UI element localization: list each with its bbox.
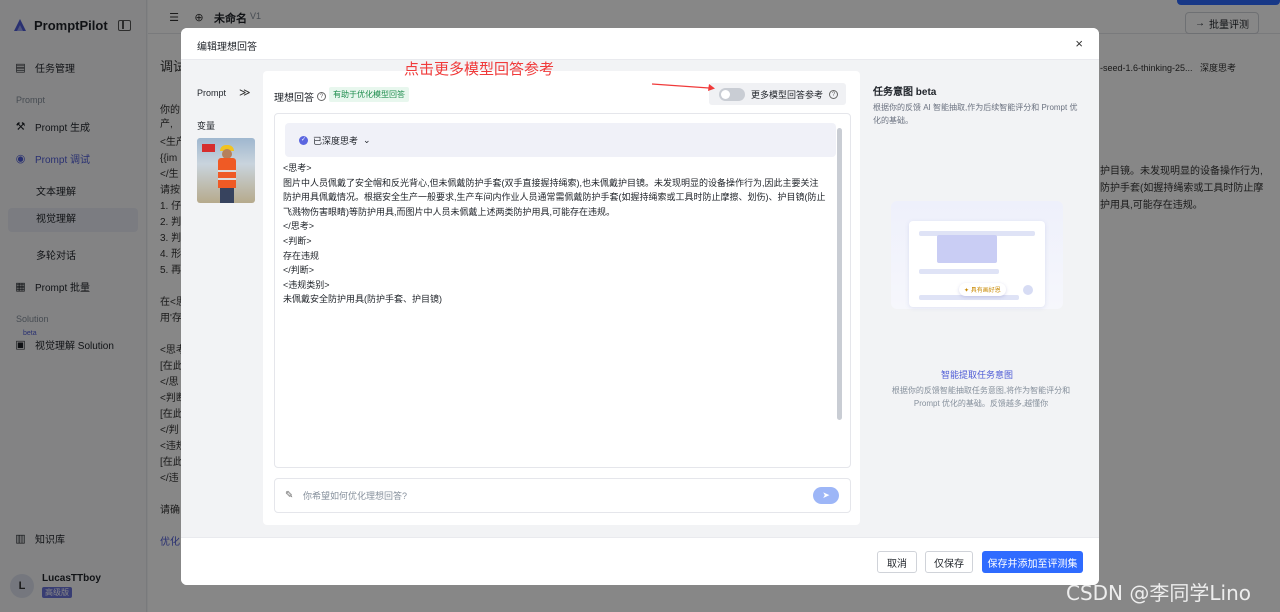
illustration-chip: ✦ 具有画好恩 [959, 283, 1006, 296]
illustration-card: ✦ 具有画好恩 [909, 221, 1045, 307]
flag-shape [202, 144, 215, 152]
prompt-label: Prompt [197, 88, 227, 98]
answer-line: 防护用具佩戴情况。根据安全生产一般要求,生产车间内作业人员通常需佩戴防护手套(如… [283, 192, 826, 203]
optimize-input-box: ✎ ➤ [274, 478, 851, 513]
answer-text[interactable]: <思考> 图片中人员佩戴了安全帽和反光背心,但未佩戴防护手套(双手直接握持绳索),… [283, 161, 831, 307]
more-models-toggle[interactable] [719, 87, 745, 101]
modal-footer: 取消 仅保存 保存并添加至评测集 [181, 537, 1099, 585]
variable-image-thumbnail[interactable] [197, 138, 255, 203]
watermark: CSDN @李同学Lino [1066, 581, 1251, 605]
legs-shape [220, 188, 234, 203]
scrollbar[interactable] [837, 128, 842, 420]
task-intent-illustration: ✦ 具有画好恩 [891, 201, 1063, 309]
answer-line: <思考> [283, 163, 312, 173]
task-intent-title: 任务意图 beta [873, 87, 937, 98]
answer-line: 存在违规 [283, 250, 320, 261]
illustration-bar [919, 269, 999, 274]
answer-line: 飞溅物伤害眼睛)等防护用具,而图片中人员未佩戴上述两类防护用具,可能存在违规。 [283, 206, 616, 217]
annotation-text: 点击更多模型回答参考 [404, 60, 555, 78]
illustration-avatar [1023, 285, 1033, 295]
help-icon[interactable]: ? [829, 89, 839, 99]
answer-line: </判断> [283, 265, 315, 276]
answer-line: <判断> [283, 235, 312, 246]
answer-line: 未佩戴安全防护用具(防护手套、护目镜) [283, 294, 442, 305]
expand-icon[interactable]: ≫ [239, 86, 251, 99]
illustration-block [937, 235, 997, 263]
close-icon[interactable]: × [1075, 36, 1083, 51]
help-icon[interactable]: ? [317, 92, 326, 101]
answer-editor[interactable]: ✓ 已深度思考 ⌄ <思考> 图片中人员佩戴了安全帽和反光背心,但未佩戴防护手套(… [274, 113, 851, 468]
more-models-label: 更多模型回答参考 [751, 89, 824, 100]
task-intent-panel: 任务意图 beta 根据你的反馈 AI 智能抽取,作为后续智能评分和 Promp… [867, 71, 1087, 525]
optimize-input[interactable] [303, 487, 803, 505]
vest-stripe [218, 178, 236, 180]
more-models-toggle-group[interactable]: 更多模型回答参考 ? [709, 83, 846, 105]
answer-line: </思考> [283, 221, 315, 232]
vest-shape [218, 158, 236, 188]
cancel-button[interactable]: 取消 [877, 551, 917, 573]
annotation-arrow-icon [651, 83, 715, 91]
extract-intent-link[interactable]: 智能提取任务意图 [867, 368, 1087, 381]
variables-label: 变量 [197, 121, 216, 131]
vest-stripe [218, 170, 236, 172]
modal-header: 编辑理想回答 × [181, 28, 1099, 60]
deep-think-collapse[interactable]: ✓ 已深度思考 ⌄ [285, 123, 836, 157]
modal-title: 编辑理想回答 [197, 42, 257, 53]
ideal-answer-panel: 理想回答 ? 有助于优化模型回答 更多模型回答参考 ? ✓ 已深度思考 ⌄ <思… [263, 71, 860, 525]
ideal-answer-title-text: 理想回答 [274, 93, 314, 104]
extract-intent-note: 根据你的反馈智能抽取任务意图,将作为智能评分和 Prompt 优化的基础。反馈越… [891, 386, 1071, 408]
chevron-down-icon: ⌄ [363, 134, 371, 145]
task-intent-desc: 根据你的反馈 AI 智能抽取,作为后续智能评分和 Prompt 优化的基础。 [873, 103, 1078, 125]
ideal-answer-title: 理想回答 ? [274, 89, 326, 104]
answer-line: 图片中人员佩戴了安全帽和反光背心,但未佩戴防护手套(双手直接握持绳索),也未佩戴… [283, 177, 819, 188]
save-only-button[interactable]: 仅保存 [925, 551, 973, 573]
optimize-badge: 有助于优化模型回答 [329, 87, 409, 102]
send-button[interactable]: ➤ [813, 487, 839, 504]
answer-line: <违规类别> [283, 279, 330, 290]
save-and-add-button[interactable]: 保存并添加至评测集 [982, 551, 1083, 573]
send-icon: ➤ [822, 490, 830, 500]
edit-ideal-answer-modal: 编辑理想回答 × Prompt ≫ 变量 理想回答 ? 有助于优化模型回答 更多… [181, 28, 1099, 585]
deep-think-label: 已深度思考 [313, 135, 359, 146]
check-icon: ✓ [299, 135, 308, 145]
magic-wand-icon: ✎ [285, 490, 294, 501]
